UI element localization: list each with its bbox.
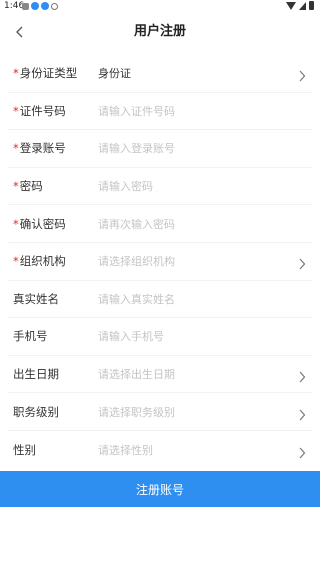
required-mark: * xyxy=(13,103,19,118)
settings-notification-icon xyxy=(51,2,58,10)
form-row[interactable]: 出生日期 请选择出生日期 xyxy=(8,356,312,394)
chevron-right-icon xyxy=(299,70,306,82)
status-bar: 1:46 xyxy=(0,0,320,12)
form-row[interactable]: 职务级别 请选择职务级别 xyxy=(8,393,312,431)
field-input[interactable]: 请输入真实姓名 xyxy=(98,291,175,307)
field-label-text: 证件号码 xyxy=(19,103,66,118)
field-label-text: 出生日期 xyxy=(13,367,59,382)
form-row[interactable]: *证件号码 请输入证件号码 xyxy=(8,93,312,131)
field-label: 真实姓名 xyxy=(13,291,59,307)
page-title: 用户注册 xyxy=(133,24,186,39)
registration-form: *身份证类型 身份证 *证件号码 请输入证件号码 *登录账号 请输入登录账号 *密码 请输入密… xyxy=(0,55,320,469)
field-label-text: 组织机构 xyxy=(19,254,66,269)
battery-icon xyxy=(309,1,314,10)
chevron-right-icon xyxy=(298,406,306,421)
field-label: *身份证类型 xyxy=(13,65,77,81)
form-row[interactable]: 真实姓名 请输入真实姓名 xyxy=(8,281,312,319)
field-label-text: 性别 xyxy=(13,442,36,457)
chevron-right-icon xyxy=(298,255,306,270)
field-label-text: 密码 xyxy=(19,179,43,194)
field-label: 性别 xyxy=(13,442,36,458)
nav-bar: 用户注册 xyxy=(0,18,320,46)
field-label: *组织机构 xyxy=(13,253,66,269)
chevron-right-icon xyxy=(299,409,306,421)
signal-icon xyxy=(299,1,306,10)
field-value[interactable]: 身份证 xyxy=(98,65,131,81)
field-label: *证件号码 xyxy=(13,103,66,119)
required-mark: * xyxy=(13,179,19,194)
chevron-right-icon xyxy=(298,368,306,383)
field-input[interactable]: 请选择性别 xyxy=(98,442,153,458)
app-notification-icon xyxy=(41,2,49,10)
field-input[interactable]: 请输入手机号 xyxy=(98,328,164,344)
wifi-icon xyxy=(286,1,296,10)
system-icons xyxy=(286,1,314,10)
chevron-right-icon xyxy=(299,371,306,383)
field-label-text: 登录账号 xyxy=(19,141,66,156)
chevron-right-icon xyxy=(298,67,306,82)
field-label: 职务级别 xyxy=(13,404,59,420)
field-label-text: 手机号 xyxy=(13,329,48,344)
field-label: 出生日期 xyxy=(13,366,59,382)
register-button[interactable]: 注册账号 xyxy=(0,471,320,507)
field-input[interactable]: 请输入密码 xyxy=(98,178,153,194)
form-row[interactable]: *登录账号 请输入登录账号 xyxy=(8,130,312,168)
field-label-text: 身份证类型 xyxy=(19,66,78,81)
form-row[interactable]: 手机号 请输入手机号 xyxy=(8,318,312,356)
field-input[interactable]: 请选择职务级别 xyxy=(98,404,175,420)
form-row[interactable]: *确认密码 请再次输入密码 xyxy=(8,205,312,243)
field-label-text: 真实姓名 xyxy=(13,291,59,306)
field-label: *登录账号 xyxy=(13,140,66,156)
required-mark: * xyxy=(13,216,19,231)
required-mark: * xyxy=(13,66,19,81)
field-input[interactable]: 请再次输入密码 xyxy=(98,216,175,232)
field-label-text: 确认密码 xyxy=(19,216,66,231)
notification-icons xyxy=(22,2,58,10)
chevron-right-icon xyxy=(299,258,306,270)
field-input[interactable]: 请输入证件号码 xyxy=(98,103,175,119)
field-input[interactable]: 请选择出生日期 xyxy=(98,366,175,382)
chevron-right-icon xyxy=(298,444,306,459)
chevron-right-icon xyxy=(299,447,306,459)
form-row[interactable]: 性别 请选择性别 xyxy=(8,431,312,469)
app-notification-icon xyxy=(22,2,29,10)
field-input[interactable]: 请输入登录账号 xyxy=(98,140,175,156)
field-label: *密码 xyxy=(13,178,43,194)
field-label: *确认密码 xyxy=(13,216,66,232)
required-mark: * xyxy=(13,254,19,269)
required-mark: * xyxy=(13,141,19,156)
app-notification-icon xyxy=(31,2,39,10)
form-row[interactable]: *身份证类型 身份证 xyxy=(8,55,312,93)
field-label: 手机号 xyxy=(13,328,48,344)
form-row[interactable]: *组织机构 请选择组织机构 xyxy=(8,243,312,281)
field-label-text: 职务级别 xyxy=(13,404,59,419)
field-input[interactable]: 请选择组织机构 xyxy=(98,253,175,269)
form-row[interactable]: *密码 请输入密码 xyxy=(8,168,312,206)
